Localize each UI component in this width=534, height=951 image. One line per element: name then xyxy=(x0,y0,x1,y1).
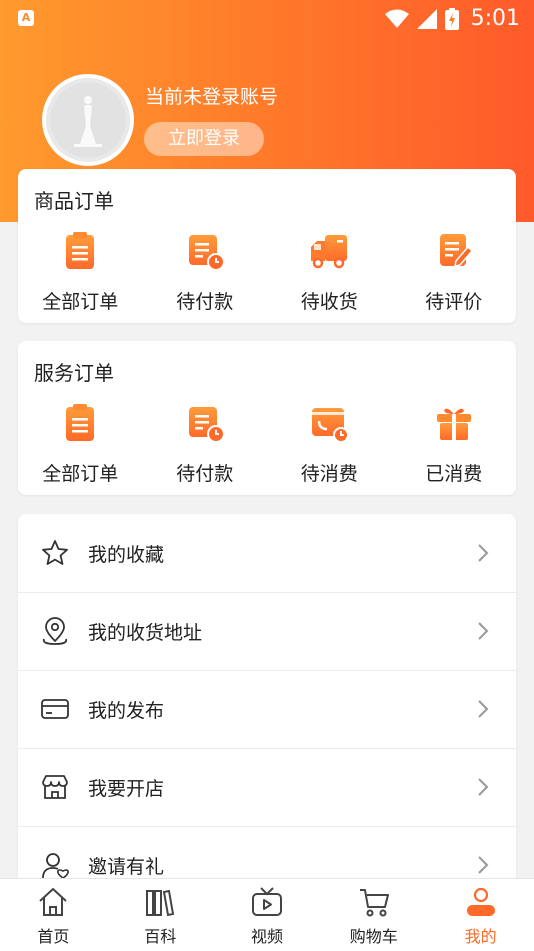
bottom-tab-bar: 首页 百科 视频 购物车 我的 xyxy=(0,878,534,951)
login-button[interactable]: 立即登录 xyxy=(144,122,264,156)
service-orders-card: 服务订单 全部订单 待付款 待消费 已消费 xyxy=(18,341,516,495)
status-time: 5:01 xyxy=(470,6,520,31)
tab-video[interactable]: 视频 xyxy=(214,879,321,951)
tab-cart[interactable]: 购物车 xyxy=(320,879,427,951)
store-icon xyxy=(42,775,68,799)
tab-video-label: 视频 xyxy=(250,927,283,946)
wifi-icon xyxy=(384,9,409,28)
menu-item-address-label: 我的收货地址 xyxy=(88,621,203,644)
product-all-orders-label: 全部订单 xyxy=(42,291,119,313)
avatar-placeholder-icon xyxy=(50,82,126,158)
chevron-right-icon xyxy=(478,544,489,562)
tab-mine-label: 我的 xyxy=(464,927,497,946)
product-pending-delivery[interactable]: 待收货 xyxy=(267,231,392,314)
settings-menu: 我的收藏 我的收货地址 我的发布 我要开店 邀请有礼 xyxy=(18,514,516,894)
menu-item-open-store[interactable]: 我要开店 xyxy=(18,748,516,827)
tv-play-icon xyxy=(251,887,282,916)
tab-encyclopedia[interactable]: 百科 xyxy=(107,879,214,951)
menu-item-invite-label: 邀请有礼 xyxy=(88,855,165,878)
app-notification-icon: A xyxy=(18,10,34,26)
service-pending-payment-label: 待付款 xyxy=(176,463,234,485)
chevron-right-icon xyxy=(478,856,489,874)
card-icon xyxy=(41,699,69,719)
invite-icon xyxy=(42,853,69,879)
tab-encyclopedia-label: 百科 xyxy=(144,927,177,946)
avatar[interactable] xyxy=(42,74,134,166)
chevron-right-icon xyxy=(478,700,489,718)
product-pending-payment[interactable]: 待付款 xyxy=(143,231,268,314)
product-all-orders[interactable]: 全部订单 xyxy=(18,231,143,314)
product-pending-delivery-label: 待收货 xyxy=(300,291,358,313)
service-consumed[interactable]: 已消费 xyxy=(392,403,517,486)
tab-home[interactable]: 首页 xyxy=(0,879,107,951)
pending-delivery-icon xyxy=(311,235,348,269)
service-pending-consumption-label: 待消费 xyxy=(300,463,358,485)
status-bar: A 5:01 xyxy=(0,0,534,36)
menu-item-publications-label: 我的发布 xyxy=(88,699,165,722)
all-orders-icon xyxy=(66,232,95,269)
pending-review-icon xyxy=(439,234,473,267)
star-icon xyxy=(42,540,68,565)
menu-item-favorites-label: 我的收藏 xyxy=(88,543,165,566)
all-orders-icon xyxy=(66,404,95,441)
service-orders-grid: 全部订单 待付款 待消费 已消费 xyxy=(18,403,516,486)
menu-item-favorites[interactable]: 我的收藏 xyxy=(18,514,516,593)
chevron-right-icon xyxy=(478,622,489,640)
pending-payment-icon xyxy=(188,235,225,271)
chevron-right-icon xyxy=(478,778,489,796)
consumed-gift-icon xyxy=(436,408,471,440)
service-pending-consumption[interactable]: 待消费 xyxy=(267,403,392,486)
product-pending-payment-label: 待付款 xyxy=(176,291,234,313)
menu-item-open-store-label: 我要开店 xyxy=(88,777,165,800)
pending-consumption-icon xyxy=(312,408,350,443)
product-orders-grid: 全部订单 待付款 待收货 待评价 xyxy=(18,231,516,314)
service-all-orders-label: 全部订单 xyxy=(42,463,119,485)
service-orders-title: 服务订单 xyxy=(34,361,114,385)
service-consumed-label: 已消费 xyxy=(425,463,483,485)
menu-item-address[interactable]: 我的收货地址 xyxy=(18,592,516,671)
menu-item-publications[interactable]: 我的发布 xyxy=(18,670,516,749)
location-icon xyxy=(42,617,68,645)
tab-mine[interactable]: 我的 xyxy=(427,879,534,951)
signal-icon xyxy=(416,8,437,29)
login-hint: 当前未登录账号 xyxy=(145,86,279,108)
product-pending-review[interactable]: 待评价 xyxy=(392,231,517,314)
books-icon xyxy=(146,889,175,917)
status-icons: 5:01 xyxy=(384,6,520,31)
service-all-orders[interactable]: 全部订单 xyxy=(18,403,143,486)
home-icon xyxy=(39,888,68,916)
pending-payment-icon xyxy=(188,407,225,443)
product-orders-card: 商品订单 全部订单 待付款 待收货 待评价 xyxy=(18,169,516,323)
tab-cart-label: 购物车 xyxy=(349,927,398,946)
profile-icon xyxy=(466,887,495,916)
tab-home-label: 首页 xyxy=(37,927,70,946)
product-orders-title: 商品订单 xyxy=(34,189,114,213)
product-pending-review-label: 待评价 xyxy=(425,291,483,313)
service-pending-payment[interactable]: 待付款 xyxy=(143,403,268,486)
battery-icon xyxy=(444,7,459,30)
cart-icon xyxy=(359,889,389,917)
